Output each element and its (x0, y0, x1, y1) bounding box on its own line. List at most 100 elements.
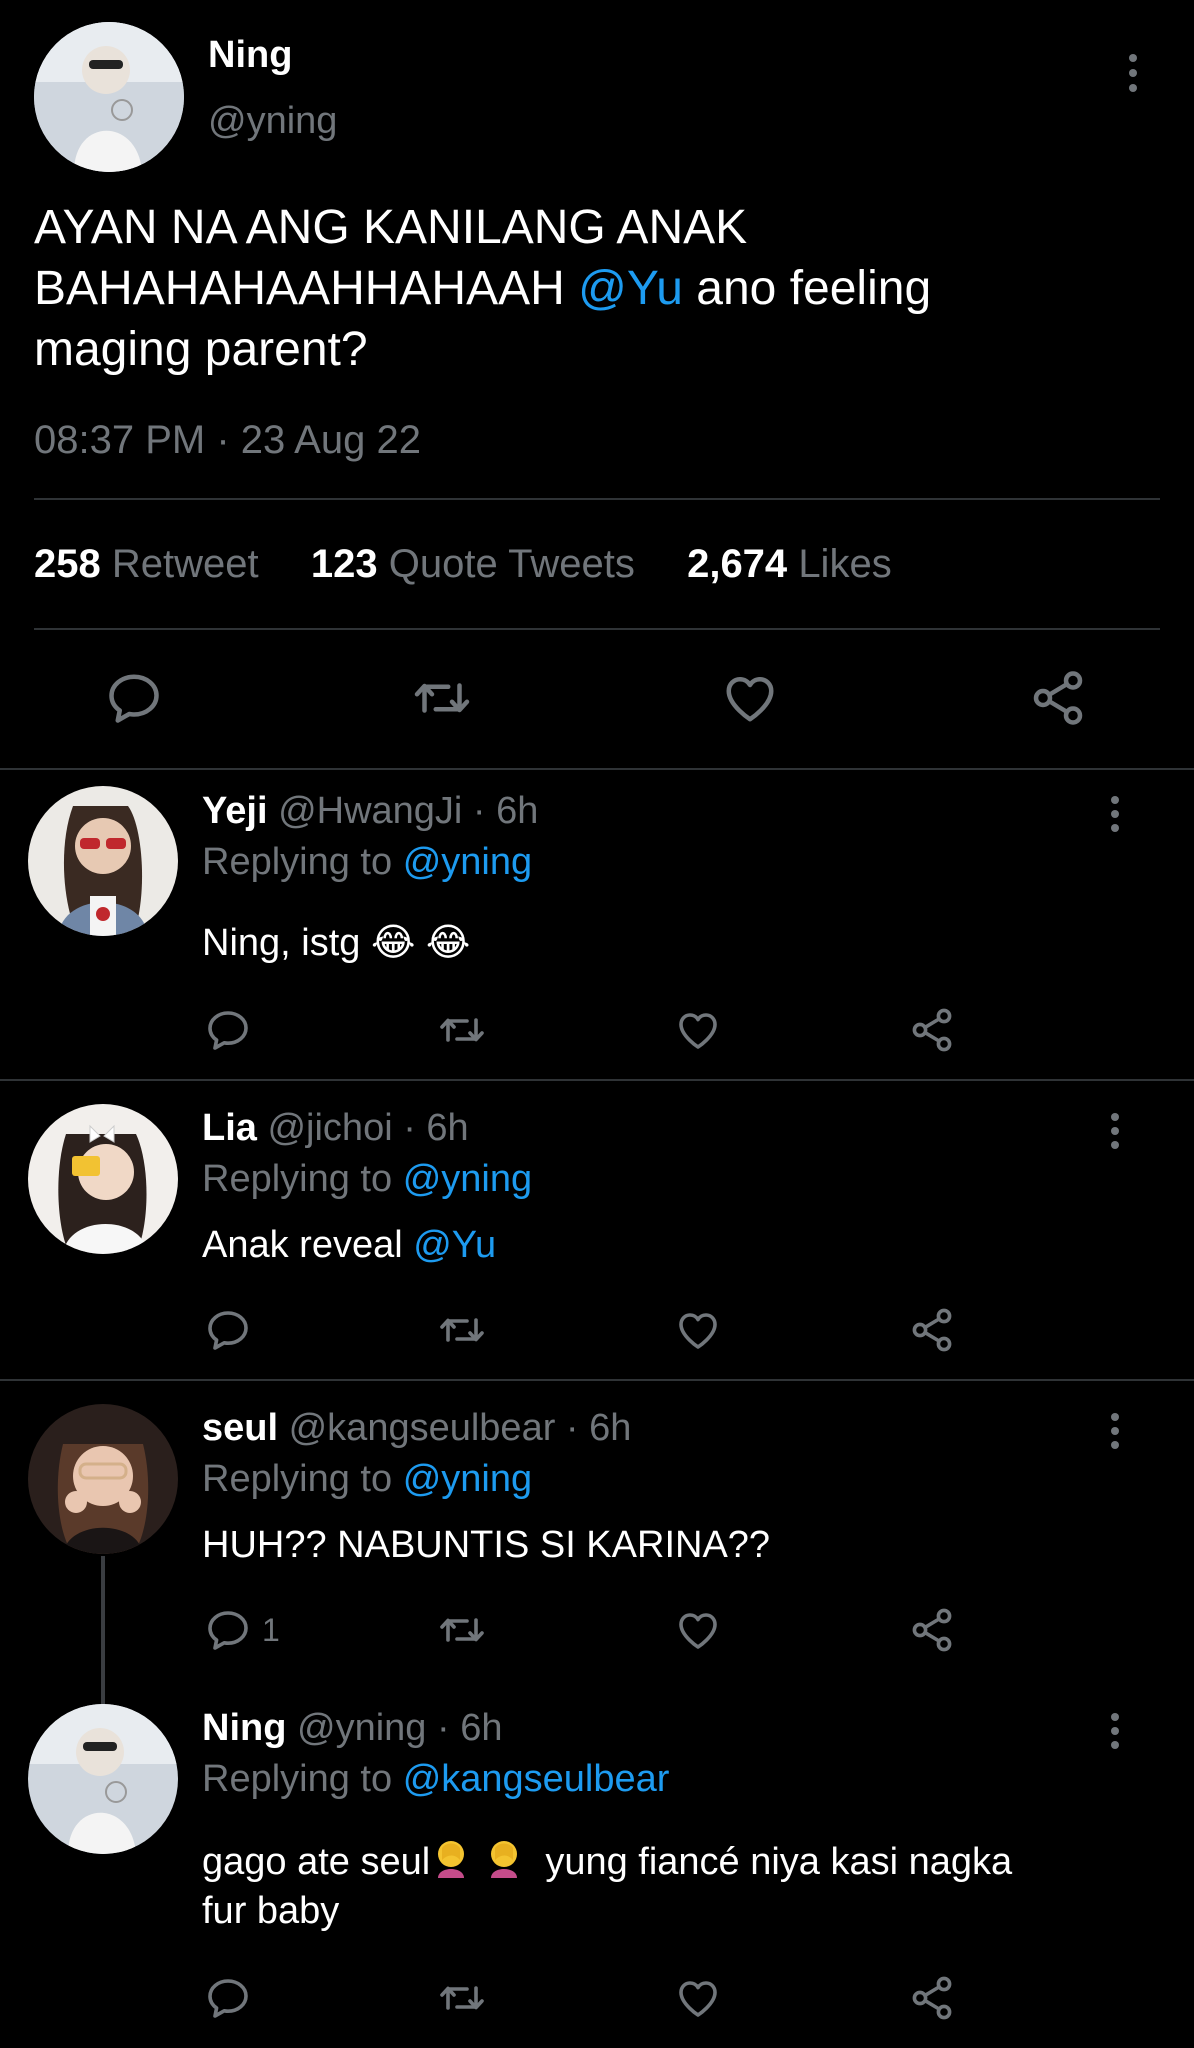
author-meta[interactable]: @HwangJi · 6h (278, 790, 538, 832)
author-meta[interactable]: @jichoi · 6h (267, 1107, 468, 1149)
author-handle[interactable]: @yning (208, 100, 337, 143)
replying-label: Replying to (202, 1458, 393, 1500)
likes-label: Likes (798, 542, 892, 586)
divider (34, 628, 1160, 630)
avatar[interactable] (28, 786, 178, 936)
retweet-count: 258 (34, 542, 101, 586)
share-button[interactable] (908, 1606, 956, 1654)
like-button[interactable] (674, 1974, 722, 2022)
tweet-text-line: BAHAHAHAAHHAHAAH @Yu ano feeling (34, 261, 931, 316)
facepalm-emoji (483, 1838, 525, 1888)
retweet-stat[interactable]: 258 Retweet (34, 542, 270, 586)
facepalm-emoji (430, 1838, 472, 1888)
reply-text: Anak reveal @Yu (202, 1224, 496, 1267)
retweet-button[interactable] (410, 668, 474, 728)
likes-count: 2,674 (687, 542, 788, 586)
like-button[interactable] (720, 668, 780, 728)
reply-icon (104, 668, 164, 728)
reply-text: gago ate seul yung fiancé niya kasi nagk… (202, 1838, 1012, 1888)
like-button[interactable] (674, 1006, 722, 1054)
reply-icon (204, 1006, 252, 1054)
avatar[interactable] (28, 1704, 178, 1854)
author-meta[interactable]: @yning · 6h (297, 1707, 502, 1749)
reply-button[interactable] (204, 1006, 252, 1054)
mention-link[interactable]: @Yu (578, 262, 683, 315)
more-options-icon[interactable] (1128, 54, 1138, 92)
reply-count: 1 (262, 1611, 280, 1648)
author-name[interactable]: Ning (202, 1707, 286, 1749)
share-button[interactable] (908, 1306, 956, 1354)
tweet-text-line: AYAN NA ANG KANILANG ANAK (34, 201, 748, 254)
mention-link[interactable]: @yning (403, 1458, 532, 1500)
share-button[interactable] (908, 1006, 956, 1054)
quote-stat[interactable]: 123 Quote Tweets (311, 542, 646, 586)
like-button[interactable] (674, 1606, 722, 1654)
retweet-button[interactable] (436, 1974, 488, 2022)
retweet-button[interactable] (436, 1606, 488, 1654)
author-name[interactable]: Ning (208, 34, 292, 77)
share-button[interactable] (1028, 668, 1088, 728)
retweet-icon (436, 1006, 488, 1054)
reply-header: Ning @yning · 6h (202, 1707, 502, 1750)
divider (0, 1379, 1194, 1381)
avatar[interactable] (28, 1104, 178, 1254)
reply-button[interactable] (204, 1306, 252, 1354)
retweet-icon (436, 1974, 488, 2022)
tweet-timestamp[interactable]: 08:37 PM · 23 Aug 22 (34, 418, 421, 463)
divider (34, 498, 1160, 500)
divider (0, 768, 1194, 770)
retweet-label: Retweet (111, 542, 259, 586)
replying-label: Replying to (202, 841, 393, 883)
retweet-button[interactable] (436, 1306, 488, 1354)
reply-icon (204, 1974, 252, 2022)
more-options-icon[interactable] (1110, 1113, 1120, 1149)
heart-icon (674, 1306, 722, 1354)
share-icon (908, 1606, 956, 1654)
avatar[interactable] (34, 22, 184, 172)
share-icon (1028, 668, 1088, 728)
more-options-icon[interactable] (1110, 1713, 1120, 1749)
heart-icon (674, 1606, 722, 1654)
more-options-icon[interactable] (1110, 1413, 1120, 1449)
tweet-text: BAHAHAHAAHHAHAAH (34, 262, 565, 315)
more-options-icon[interactable] (1110, 796, 1120, 832)
reply-icon (204, 1606, 252, 1654)
reply-button[interactable]: 1 (204, 1606, 280, 1654)
share-button[interactable] (908, 1974, 956, 2022)
mention-link[interactable]: @yning (403, 841, 532, 883)
heart-icon (674, 1974, 722, 2022)
mention-link[interactable]: @yning (403, 1158, 532, 1200)
heart-icon (720, 668, 780, 728)
author-name[interactable]: Lia (202, 1107, 257, 1149)
quote-count: 123 (310, 542, 378, 586)
reply-button[interactable] (104, 668, 164, 728)
laughing-emoji: 😂 😂 (370, 922, 471, 964)
reply-header: Yeji @HwangJi · 6h (202, 790, 538, 833)
replying-label: Replying to (202, 1158, 393, 1200)
author-meta[interactable]: @kangseulbear · 6h (289, 1407, 632, 1449)
avatar[interactable] (28, 1404, 178, 1554)
replying-to: Replying to @yning (202, 1458, 532, 1501)
tweet-text: Anak reveal (202, 1224, 403, 1266)
tweet-stats: 258 Retweet 123 Quote Tweets 2,674 Likes (34, 542, 892, 587)
mention-link[interactable]: @kangseulbear (403, 1758, 670, 1800)
author-name[interactable]: Yeji (202, 790, 268, 832)
thread-line (101, 1556, 105, 1708)
retweet-icon (436, 1606, 488, 1654)
reply-button[interactable] (204, 1974, 252, 2022)
retweet-icon (410, 668, 474, 728)
replying-to: Replying to @kangseulbear (202, 1758, 669, 1801)
quote-label: Quote Tweets (388, 542, 635, 586)
share-icon (908, 1006, 956, 1054)
like-button[interactable] (674, 1306, 722, 1354)
author-name[interactable]: seul (202, 1407, 278, 1449)
share-icon (908, 1306, 956, 1354)
replying-to: Replying to @yning (202, 1158, 532, 1201)
mention-link[interactable]: @Yu (413, 1224, 496, 1266)
tweet-text-line: maging parent? (34, 323, 368, 376)
reply-icon (204, 1306, 252, 1354)
replying-label: Replying to (202, 1758, 393, 1800)
retweet-button[interactable] (436, 1006, 488, 1054)
tweet-text: gago ate seul (202, 1841, 431, 1883)
likes-stat[interactable]: 2,674 Likes (687, 542, 892, 586)
